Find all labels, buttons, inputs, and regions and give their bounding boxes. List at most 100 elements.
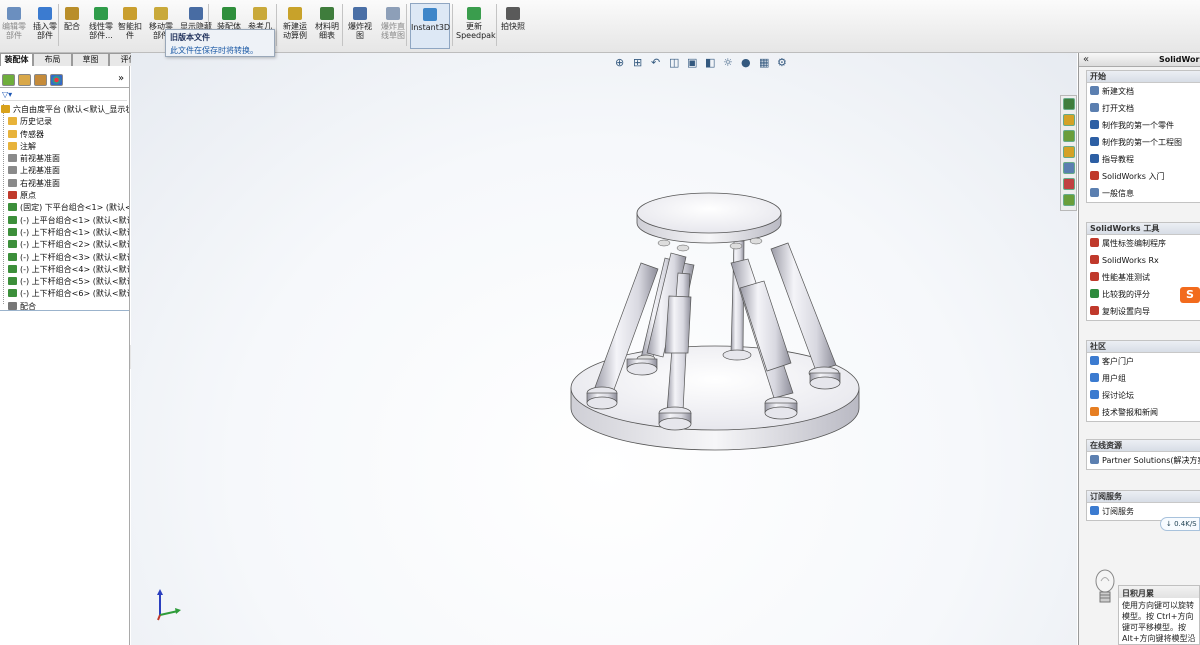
tree-item[interactable]: (-) 上下杆组合<2> (默认<默认... xyxy=(0,239,129,251)
command-tab-0[interactable]: 装配体 xyxy=(0,53,33,66)
upper-platform[interactable] xyxy=(636,192,782,252)
task-pane-link[interactable]: 指导教程 xyxy=(1087,151,1200,168)
section-heading[interactable]: 订阅服务 xyxy=(1087,491,1200,503)
task-pane-link-label: 一般信息 xyxy=(1102,189,1134,198)
tree-item[interactable]: (-) 上下杆组合<5> (默认<默认... xyxy=(0,276,129,288)
section-heading[interactable]: SolidWorks 工具 xyxy=(1087,223,1200,235)
expand-arrow-icon[interactable]: » xyxy=(118,73,124,84)
subassembly-icon xyxy=(8,240,17,249)
toolbar-button-3[interactable]: 线性零 部件... xyxy=(86,3,116,49)
toolbar-button-icon xyxy=(320,7,334,20)
toolbar-button-15[interactable]: 拍快照 xyxy=(498,3,528,49)
task-pane-link[interactable]: 用户组 xyxy=(1087,370,1200,387)
toolbar-button-12[interactable]: 爆炸直 线草图 xyxy=(378,3,408,49)
task-pane-link-label: Partner Solutions(解决方案合作伙伴) xyxy=(1102,456,1200,465)
tooltip-title: 旧版本文件 xyxy=(170,33,210,42)
design-library-icon[interactable] xyxy=(1063,130,1075,142)
tree-item[interactable]: (-) 上下杆组合<4> (默认<默认... xyxy=(0,264,129,276)
toolbar-button-label: 插入零 部件 xyxy=(33,22,57,40)
subassembly-icon xyxy=(8,215,17,224)
task-pane-link[interactable]: 制作我的第一个零件 xyxy=(1087,117,1200,134)
toolbar-button-1[interactable]: 插入零 部件 xyxy=(30,3,60,49)
link-icon xyxy=(1090,373,1099,382)
task-pane-link[interactable]: 打开文档 xyxy=(1087,100,1200,117)
tree-item[interactable]: 前视基准面 xyxy=(0,153,129,165)
task-pane-section-1: SolidWorks 工具 属性标签编制程序 SolidWorks Rx 性能基准测试… xyxy=(1086,222,1200,321)
task-pane-link-label: 制作我的第一个零件 xyxy=(1102,121,1174,130)
task-pane-link[interactable]: Partner Solutions(解决方案合作伙伴) xyxy=(1087,452,1200,469)
task-pane-section-3: 在线资源 Partner Solutions(解决方案合作伙伴) xyxy=(1086,439,1200,470)
task-pane-link[interactable]: SolidWorks 入门 xyxy=(1087,168,1200,185)
link-icon xyxy=(1090,188,1099,197)
command-tab-1[interactable]: 布局 xyxy=(33,53,72,66)
link-icon xyxy=(1090,272,1099,281)
toolbar-button-9[interactable]: 新建运 动算例 xyxy=(280,3,310,49)
toolbar-button-icon xyxy=(506,7,520,20)
feature-manager-icon[interactable] xyxy=(2,74,15,86)
link-icon xyxy=(1090,154,1099,163)
sensor-icon xyxy=(8,129,17,138)
graphics-area[interactable]: ⊕ ⊞ ↶ ◫ ▣ ◧ ☼ ● ▦ ⚙ xyxy=(131,53,1077,645)
subassembly-icon xyxy=(8,252,17,261)
appearances-icon[interactable] xyxy=(1063,178,1075,190)
task-pane-link[interactable]: 性能基准测试 xyxy=(1087,269,1200,286)
toolbar-button-2[interactable]: 配合 xyxy=(60,3,84,49)
tip-of-the-day: 日积月累 使用方向键可以旋转模型。按 Ctrl+方向键可平移模型。按 Alt+方… xyxy=(1118,585,1200,645)
task-pane-link[interactable]: SolidWorks Rx xyxy=(1087,252,1200,269)
tree-item-label: 原点 xyxy=(20,191,36,201)
link-icon xyxy=(1090,390,1099,399)
section-heading[interactable]: 社区 xyxy=(1087,341,1200,353)
configuration-manager-icon[interactable] xyxy=(34,74,47,86)
command-tab-2[interactable]: 草图 xyxy=(72,53,109,66)
tree-item[interactable]: (-) 上平台组合<1> (默认<默认... xyxy=(0,215,129,227)
toolbar-button-icon xyxy=(94,7,108,20)
tree-item[interactable]: 传感器 xyxy=(0,129,129,141)
tree-item[interactable]: (-) 上下杆组合<6> (默认<默认... xyxy=(0,288,129,300)
toolbar-button-4[interactable]: 智能扣 件 xyxy=(116,3,144,49)
task-pane-link[interactable]: 制作我的第一个工程图 xyxy=(1087,134,1200,151)
task-pane-link[interactable]: 一般信息 xyxy=(1087,185,1200,202)
tree-item[interactable]: 六自由度平台 (默认<默认_显示状态-1>) xyxy=(0,104,129,116)
section-heading[interactable]: 在线资源 xyxy=(1087,440,1200,452)
tree-item[interactable]: (固定) 下平台组合<1> (默认<默认... xyxy=(0,202,129,214)
property-manager-icon[interactable] xyxy=(18,74,31,86)
subassembly-icon xyxy=(8,203,17,212)
tree-item-label: 传感器 xyxy=(20,129,44,139)
tree-filter[interactable]: ▽▾ xyxy=(2,90,127,101)
toolbar-button-10[interactable]: 材料明 细表 xyxy=(312,3,342,49)
tree-item[interactable]: (-) 上下杆组合<3> (默认<默认... xyxy=(0,252,129,264)
tree-item[interactable]: 原点 xyxy=(0,190,129,202)
task-pane-link[interactable]: 客户门户 xyxy=(1087,353,1200,370)
tree-item-label: 前视基准面 xyxy=(20,154,60,164)
tree-item[interactable]: 配合 xyxy=(0,301,129,313)
collapse-icon[interactable]: « xyxy=(1083,53,1089,66)
stewart-platform-model[interactable] xyxy=(131,53,1077,645)
home-icon[interactable] xyxy=(1063,114,1075,126)
link-icon xyxy=(1090,103,1099,112)
custom-properties-icon[interactable] xyxy=(1063,194,1075,206)
task-pane-link[interactable]: 复制设置向导 xyxy=(1087,303,1200,320)
tree-item[interactable]: (-) 上下杆组合<1> (默认<默认... xyxy=(0,227,129,239)
task-pane-link[interactable]: 新建文档 xyxy=(1087,83,1200,100)
filter-icon[interactable]: ▽▾ xyxy=(2,90,12,99)
tree-item[interactable]: 注解 xyxy=(0,141,129,153)
view-palette-icon[interactable] xyxy=(1063,162,1075,174)
link-icon xyxy=(1090,506,1099,515)
task-pane-link[interactable]: 技术警报和新闻 xyxy=(1087,404,1200,421)
toolbar-button-14[interactable]: 更新 Speedpak xyxy=(456,3,496,49)
sogou-ime-icon[interactable]: S xyxy=(1180,287,1200,303)
toolbar-button-11[interactable]: 爆炸视 图 xyxy=(345,3,375,49)
tree-item[interactable]: 右视基准面 xyxy=(0,178,129,190)
task-pane-link[interactable]: 属性标签编制程序 xyxy=(1087,235,1200,252)
section-heading[interactable]: 开始 xyxy=(1087,71,1200,83)
resources-icon[interactable] xyxy=(1063,98,1075,110)
tree-item-label: (-) 上下杆组合<3> (默认<默认... xyxy=(20,252,129,262)
file-explorer-icon[interactable] xyxy=(1063,146,1075,158)
tree-item[interactable]: 上视基准面 xyxy=(0,165,129,177)
toolbar-button-0[interactable]: 编辑零 部件 xyxy=(0,3,28,49)
toolbar-button-13[interactable]: Instant3D xyxy=(410,3,450,49)
display-manager-icon[interactable] xyxy=(50,74,63,86)
task-pane: « SolidWorks 资源 开始新建文档打开文档制作我的第一个零件制作我的第… xyxy=(1078,53,1200,645)
task-pane-link[interactable]: 探讨论坛 xyxy=(1087,387,1200,404)
tree-item[interactable]: 历史记录 xyxy=(0,116,129,128)
